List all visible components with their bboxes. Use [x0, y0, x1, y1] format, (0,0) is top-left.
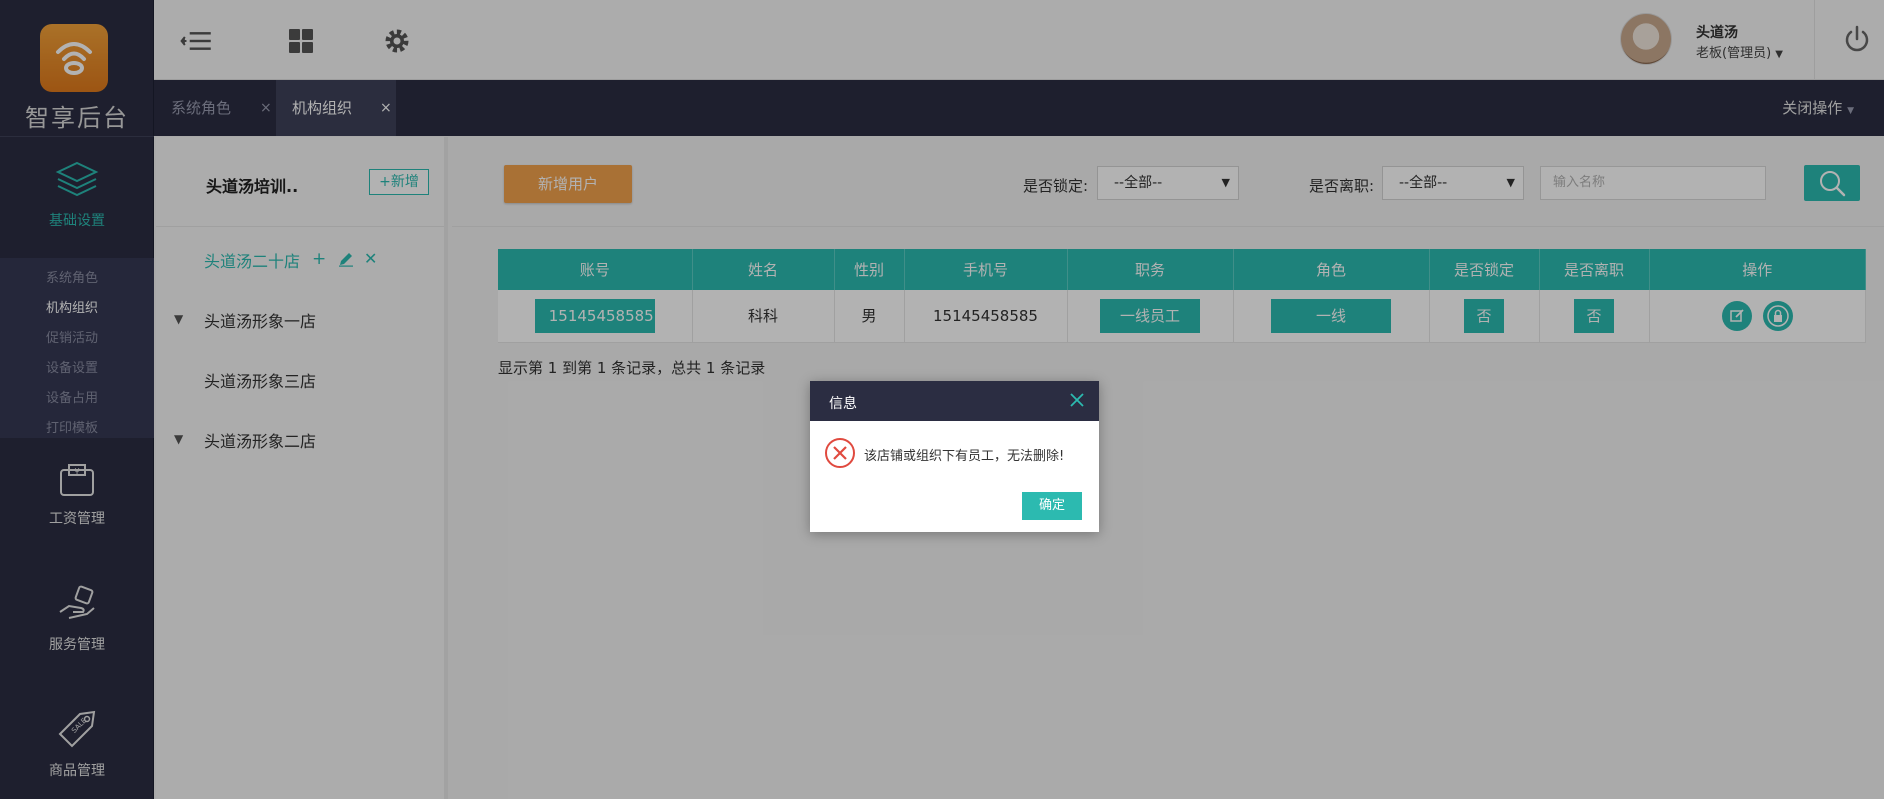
close-icon[interactable]: [1069, 392, 1085, 412]
error-icon: [824, 437, 856, 473]
ok-button[interactable]: 确定: [1022, 492, 1082, 520]
dialog-message: 该店铺或组织下有员工，无法删除!: [864, 449, 1065, 464]
info-dialog: 信息 该店铺或组织下有员工，无法删除! 确定: [810, 381, 1099, 532]
dialog-header: 信息: [810, 381, 1099, 421]
dialog-title: 信息: [829, 396, 857, 412]
